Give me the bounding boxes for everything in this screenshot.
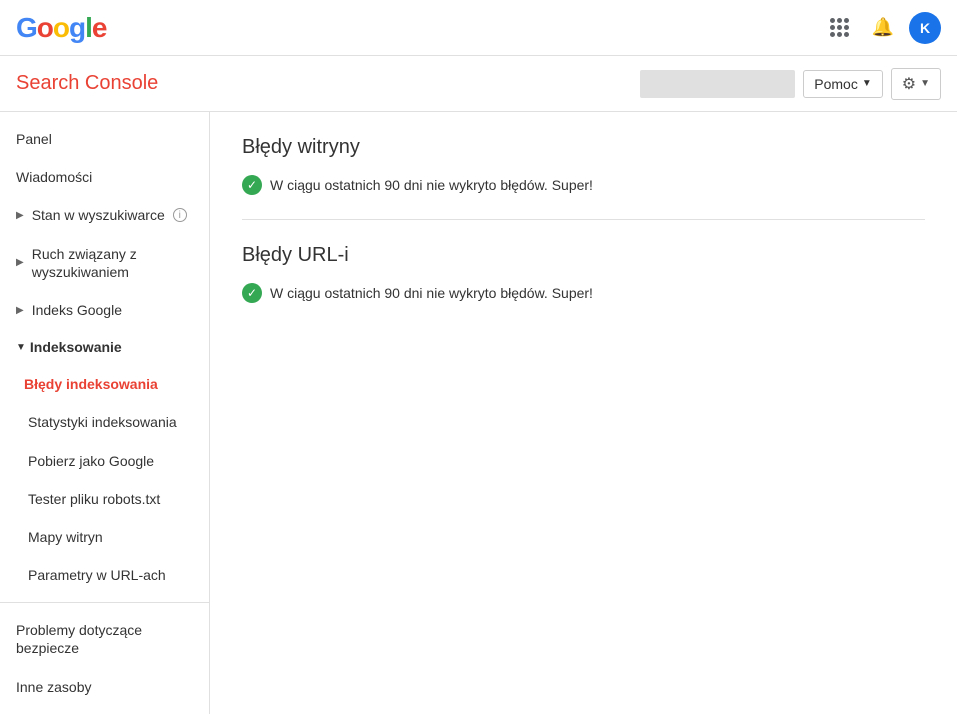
sections-divider: [242, 219, 925, 220]
sidebar-item-tester[interactable]: Tester pliku robots.txt: [0, 480, 209, 518]
sidebar-item-stan[interactable]: ▶ Stan w wyszukiwarce i: [0, 196, 209, 234]
subheader-right: Pomoc ▼ ⚙ ▼: [640, 68, 941, 100]
waffle-icon: [824, 12, 855, 43]
section1-check-icon: ✓: [242, 175, 262, 195]
pomoc-label: Pomoc: [814, 76, 858, 92]
stan-arrow-icon: ▶: [16, 209, 24, 222]
sidebar-item-pobierz[interactable]: Pobierz jako Google: [0, 442, 209, 480]
sidebar-item-inne-label: Inne zasoby: [16, 678, 92, 696]
main-content: Błędy witryny ✓ W ciągu ostatnich 90 dni…: [210, 112, 957, 714]
sidebar-item-panel[interactable]: Panel: [0, 120, 209, 158]
topbar: Google 🔔 K: [0, 0, 957, 56]
sidebar-item-indeksowanie[interactable]: ▼ Indeksowanie: [0, 329, 209, 365]
sidebar-item-bledy-indeksowania[interactable]: Błędy indeksowania: [0, 365, 209, 403]
sidebar-item-indeksowanie-label: Indeksowanie: [30, 339, 122, 355]
section-bledy-url: Błędy URL-i ✓ W ciągu ostatnich 90 dni n…: [242, 244, 925, 303]
section2-check-icon: ✓: [242, 283, 262, 303]
sidebar-item-mapy[interactable]: Mapy witryn: [0, 518, 209, 556]
logo-g2: g: [69, 12, 85, 44]
indeks-arrow-icon: ▶: [16, 304, 24, 317]
section2-status-row: ✓ W ciągu ostatnich 90 dni nie wykryto b…: [242, 283, 925, 303]
section-bledy-witryny: Błędy witryny ✓ W ciągu ostatnich 90 dni…: [242, 136, 925, 195]
sidebar-item-inne[interactable]: Inne zasoby: [0, 668, 209, 706]
settings-button[interactable]: ⚙ ▼: [891, 68, 941, 100]
stan-info-icon: i: [173, 208, 187, 222]
gear-icon: ⚙: [902, 74, 916, 94]
topbar-right: 🔔 K: [821, 10, 941, 46]
sidebar-item-parametry-label: Parametry w URL-ach: [28, 566, 166, 584]
sidebar-item-wiadomosci-label: Wiadomości: [16, 168, 92, 186]
logo-o2: o: [53, 12, 69, 44]
waffle-button[interactable]: [821, 10, 857, 46]
sidebar-item-panel-label: Panel: [16, 130, 52, 148]
pomoc-button[interactable]: Pomoc ▼: [803, 70, 882, 98]
sidebar-item-mapy-label: Mapy witryn: [28, 528, 103, 546]
sidebar-item-ruch-label: Ruch związany z wyszukiwaniem: [32, 245, 193, 281]
section2-status-text: W ciągu ostatnich 90 dni nie wykryto błę…: [270, 285, 593, 301]
sidebar-item-pobierz-label: Pobierz jako Google: [28, 452, 154, 470]
section1-title: Błędy witryny: [242, 136, 925, 159]
section2-title: Błędy URL-i: [242, 244, 925, 267]
url-bar: [640, 70, 795, 98]
avatar-button[interactable]: K: [909, 12, 941, 44]
sidebar-item-parametry[interactable]: Parametry w URL-ach: [0, 556, 209, 594]
sidebar-item-indeks[interactable]: ▶ Indeks Google: [0, 291, 209, 329]
sidebar: Panel Wiadomości ▶ Stan w wyszukiwarce i…: [0, 112, 210, 714]
sidebar-item-problemy[interactable]: Problemy dotyczące bezpiecze: [0, 611, 209, 667]
sidebar-separator: [0, 602, 209, 603]
layout: Panel Wiadomości ▶ Stan w wyszukiwarce i…: [0, 112, 957, 714]
logo-e: e: [92, 12, 107, 44]
sidebar-item-stan-label: Stan w wyszukiwarce: [32, 206, 165, 224]
sidebar-item-problemy-label: Problemy dotyczące bezpiecze: [16, 621, 193, 657]
sidebar-item-indeks-label: Indeks Google: [32, 301, 122, 319]
section1-status-row: ✓ W ciągu ostatnich 90 dni nie wykryto b…: [242, 175, 925, 195]
subheader: Search Console Pomoc ▼ ⚙ ▼: [0, 56, 957, 112]
sidebar-item-statystyki[interactable]: Statystyki indeksowania: [0, 403, 209, 441]
avatar-label: K: [920, 20, 930, 36]
logo-l: l: [85, 12, 92, 44]
sidebar-item-statystyki-label: Statystyki indeksowania: [28, 413, 177, 431]
sidebar-item-tester-label: Tester pliku robots.txt: [28, 490, 160, 508]
logo-g: G: [16, 12, 37, 44]
logo-o1: o: [37, 12, 53, 44]
settings-dropdown-icon: ▼: [920, 78, 930, 89]
google-logo: Google: [16, 12, 106, 44]
indeksowanie-arrow-icon: ▼: [16, 342, 26, 353]
search-console-title: Search Console: [16, 72, 158, 95]
bell-icon: 🔔: [872, 17, 894, 38]
sidebar-item-bledy-indeksowania-label: Błędy indeksowania: [24, 375, 158, 393]
section1-status-text: W ciągu ostatnich 90 dni nie wykryto błę…: [270, 177, 593, 193]
sidebar-item-ruch[interactable]: ▶ Ruch związany z wyszukiwaniem: [0, 235, 209, 291]
sidebar-item-wiadomosci[interactable]: Wiadomości: [0, 158, 209, 196]
topbar-left: Google: [16, 12, 106, 44]
notifications-button[interactable]: 🔔: [865, 10, 901, 46]
pomoc-dropdown-icon: ▼: [862, 78, 872, 89]
ruch-arrow-icon: ▶: [16, 256, 24, 269]
